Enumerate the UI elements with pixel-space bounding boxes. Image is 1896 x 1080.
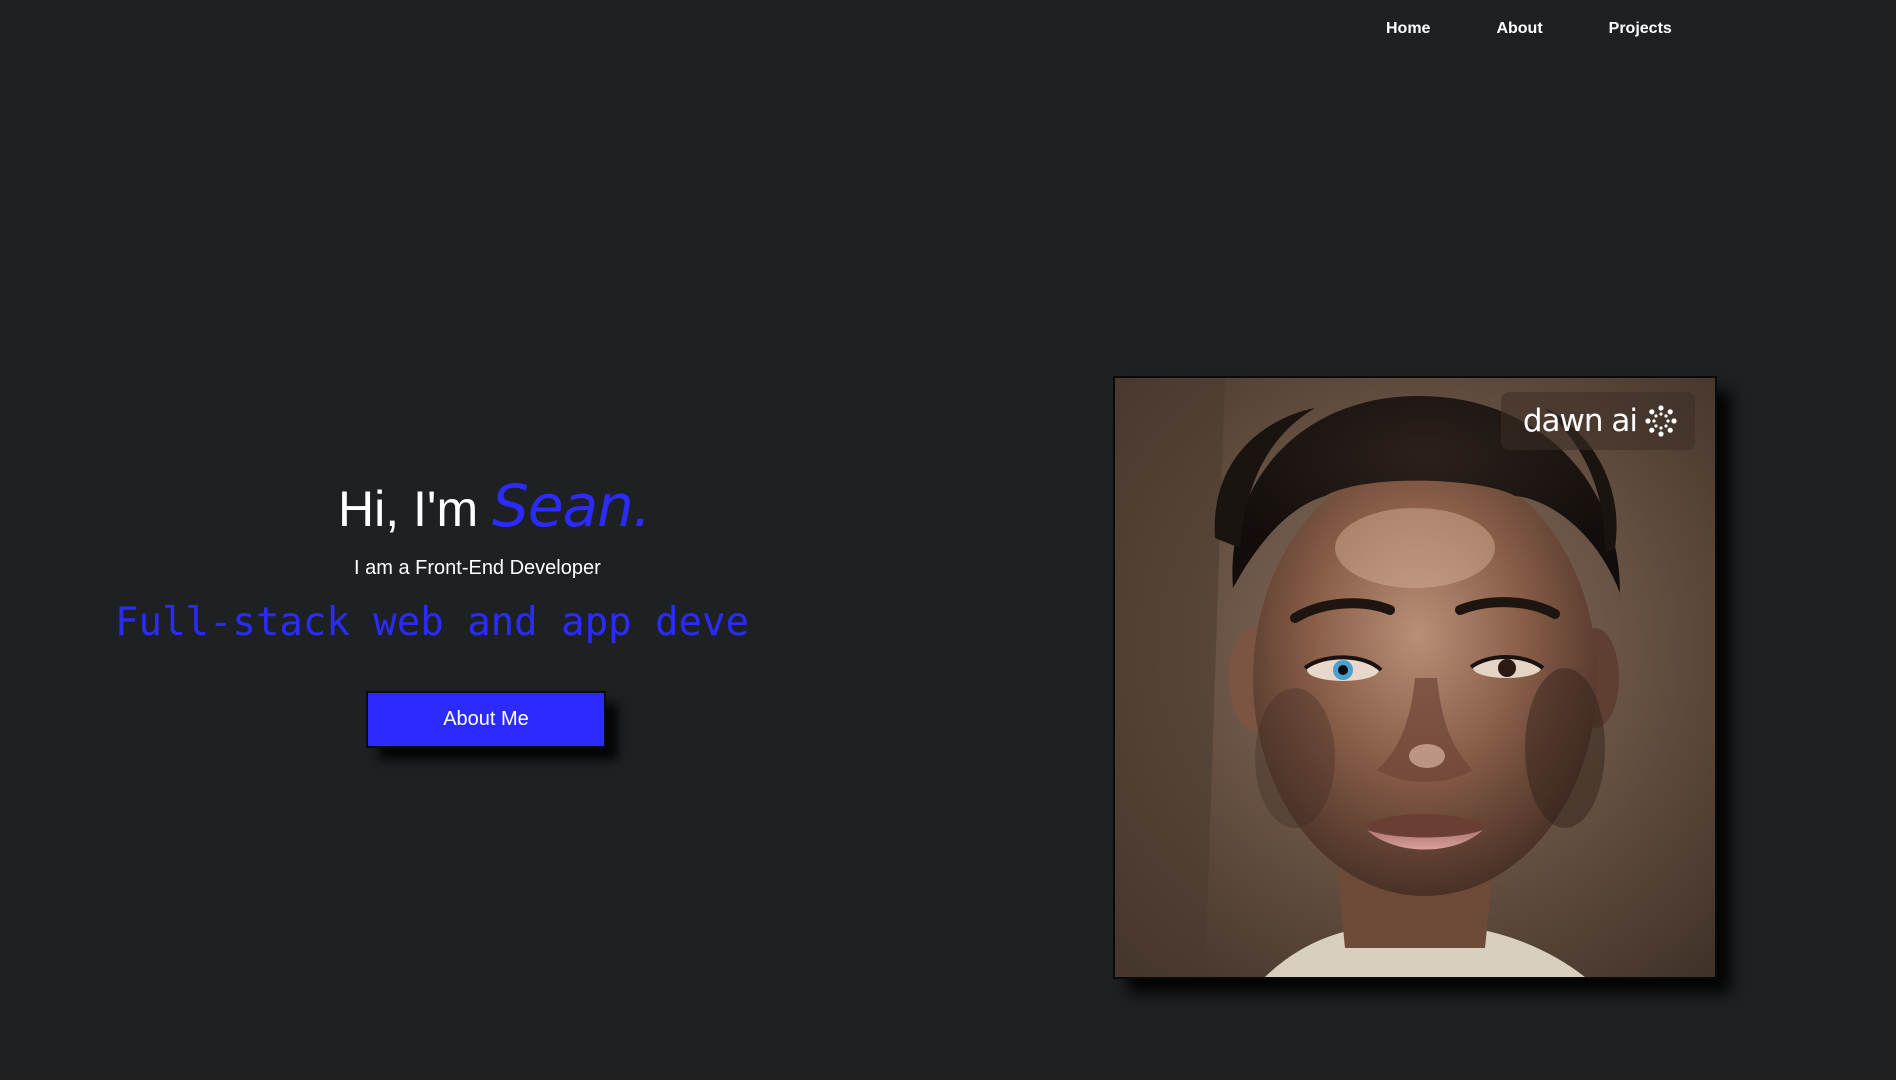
top-nav: Home About Projects (1370, 18, 1688, 40)
hero-headline: Hi, I'm Sean. (338, 476, 651, 539)
nav-about-link[interactable]: About (1480, 18, 1558, 40)
hero-greeting: Hi, I'm (338, 481, 479, 537)
portrait-image: dawn ai (1113, 376, 1717, 979)
about-me-button[interactable]: About Me (366, 691, 606, 748)
watermark-badge: dawn ai (1500, 392, 1695, 450)
portrait-illustration (1115, 378, 1715, 977)
watermark-text: dawn ai (1522, 403, 1638, 439)
hero-subtitle: I am a Front-End Developer (354, 557, 601, 579)
dawn-ai-logo-icon (1645, 405, 1677, 437)
nav-projects-link[interactable]: Projects (1593, 18, 1688, 40)
nav-home-link[interactable]: Home (1370, 18, 1446, 40)
typing-text: Full-stack web and app deve (115, 600, 749, 645)
hero-name: Sean. (492, 472, 651, 540)
